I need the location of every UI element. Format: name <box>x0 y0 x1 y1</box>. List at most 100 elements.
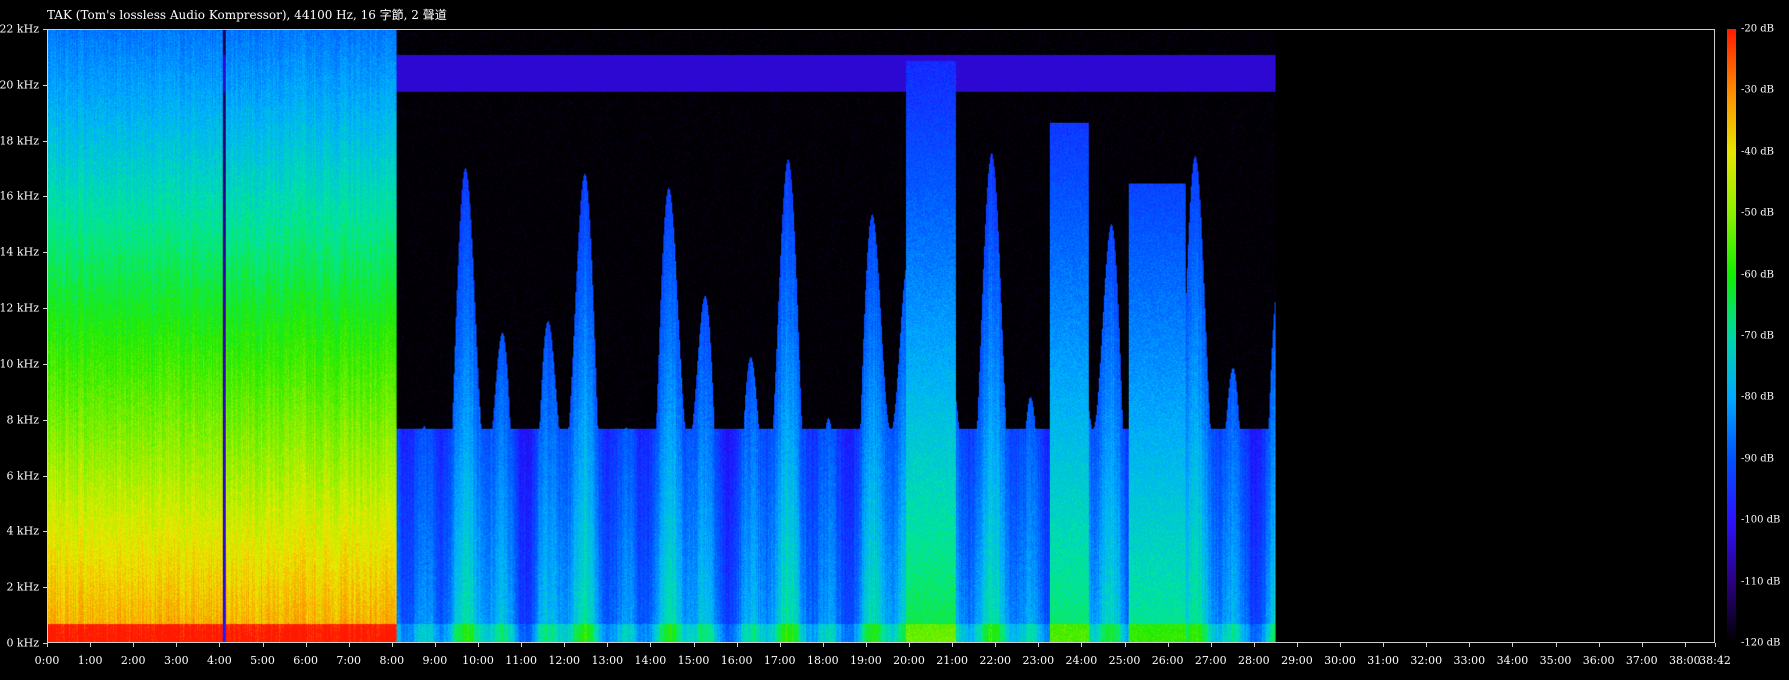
time-tick-mark <box>1210 643 1212 647</box>
db-tick-label: -60 dB <box>1741 269 1775 281</box>
time-tick-label: 2:00 <box>120 654 146 667</box>
time-tick-mark <box>1253 643 1255 647</box>
time-tick-mark <box>779 643 781 647</box>
time-tick-mark <box>305 643 307 647</box>
chart-title: TAK (Tom's lossless Audio Kompressor), 4… <box>47 8 447 22</box>
freq-tick-mark <box>43 531 47 533</box>
time-tick-mark <box>693 643 695 647</box>
time-tick-label: 38:42 <box>1699 654 1731 667</box>
time-tick-label: 16:00 <box>720 654 753 667</box>
freq-tick-mark <box>43 587 47 589</box>
db-tick-label: -80 dB <box>1741 391 1775 403</box>
time-tick-mark <box>348 643 350 647</box>
db-tick-label: -70 dB <box>1741 330 1775 342</box>
time-tick-mark <box>1684 643 1686 647</box>
time-tick-label: 37:00 <box>1625 654 1658 667</box>
time-tick-label: 19:00 <box>850 654 882 667</box>
time-tick-mark <box>1641 643 1643 647</box>
freq-tick-mark <box>43 308 47 310</box>
time-tick-mark <box>1469 643 1471 647</box>
time-tick-label: 4:00 <box>207 654 232 667</box>
time-tick-mark <box>1038 643 1040 647</box>
freq-tick-label: 22 kHz <box>0 22 39 36</box>
time-tick-mark <box>1512 643 1514 647</box>
db-tick-label: -20 dB <box>1741 23 1775 35</box>
time-tick-mark <box>1167 643 1169 647</box>
time-tick-mark <box>865 643 867 647</box>
time-tick-label: 30:00 <box>1324 654 1356 667</box>
time-tick-label: 17:00 <box>763 654 796 667</box>
time-tick-label: 7:00 <box>336 654 362 667</box>
time-tick-mark <box>564 643 566 647</box>
time-tick-label: 29:00 <box>1281 654 1313 667</box>
time-tick-label: 12:00 <box>548 654 581 667</box>
time-tick-label: 14:00 <box>634 654 667 667</box>
time-tick-label: 3:00 <box>163 654 189 667</box>
time-tick-mark <box>391 643 393 647</box>
time-tick-label: 38:00 <box>1668 654 1701 667</box>
freq-tick-mark <box>43 140 47 142</box>
freq-tick-mark <box>43 252 47 254</box>
time-tick-mark <box>1555 643 1557 647</box>
freq-tick-label: 18 kHz <box>0 134 39 148</box>
time-tick-label: 18:00 <box>806 654 839 667</box>
time-tick-label: 10:00 <box>462 654 494 667</box>
time-tick-label: 21:00 <box>936 654 968 667</box>
time-tick-label: 24:00 <box>1065 654 1098 667</box>
time-tick-mark <box>47 643 48 647</box>
time-tick-mark <box>822 643 824 647</box>
time-tick-label: 28:00 <box>1237 654 1270 667</box>
time-tick-mark <box>995 643 997 647</box>
time-tick-label: 27:00 <box>1194 654 1227 667</box>
time-tick-label: 8:00 <box>379 654 405 667</box>
time-tick-label: 32:00 <box>1410 654 1443 667</box>
time-tick-mark <box>1383 643 1385 647</box>
freq-tick-mark <box>43 419 47 421</box>
time-tick-label: 23:00 <box>1022 654 1055 667</box>
time-tick-mark <box>219 643 221 647</box>
db-tick-label: -50 dB <box>1741 207 1775 219</box>
time-tick-mark <box>1296 643 1298 647</box>
time-tick-mark <box>521 643 523 647</box>
time-tick-mark <box>1426 643 1428 647</box>
freq-tick-label: 0 kHz <box>6 636 39 650</box>
freq-tick-mark <box>43 29 47 30</box>
spectrogram-plot <box>47 29 1715 643</box>
time-tick-label: 36:00 <box>1582 654 1615 667</box>
time-tick-mark <box>90 643 92 647</box>
time-tick-label: 11:00 <box>505 654 537 667</box>
freq-tick-mark <box>43 196 47 198</box>
time-tick-mark <box>952 643 954 647</box>
freq-tick-mark <box>43 84 47 86</box>
time-tick-mark <box>1715 643 1716 647</box>
time-tick-mark <box>1340 643 1342 647</box>
freq-tick-label: 14 kHz <box>0 245 39 259</box>
time-tick-label: 6:00 <box>293 654 318 667</box>
time-tick-label: 35:00 <box>1539 654 1572 667</box>
time-tick-label: 1:00 <box>77 654 103 667</box>
freq-tick-label: 12 kHz <box>0 301 39 315</box>
time-tick-label: 13:00 <box>591 654 624 667</box>
freq-tick-label: 10 kHz <box>0 357 39 371</box>
time-tick-label: 22:00 <box>979 654 1012 667</box>
freq-tick-label: 16 kHz <box>0 189 39 203</box>
freq-tick-label: 6 kHz <box>6 469 39 483</box>
time-tick-mark <box>1598 643 1600 647</box>
time-tick-label: 25:00 <box>1108 654 1141 667</box>
freq-tick-label: 8 kHz <box>6 413 39 427</box>
db-tick-label: -100 dB <box>1741 514 1781 526</box>
db-tick-label: -120 dB <box>1741 637 1781 649</box>
time-tick-mark <box>909 643 910 647</box>
time-tick-label: 0:00 <box>34 654 60 667</box>
time-tick-mark <box>133 643 135 647</box>
time-tick-mark <box>1124 643 1126 647</box>
spectrogram-heatmap <box>48 30 1714 642</box>
db-tick-label: -30 dB <box>1741 84 1775 96</box>
time-tick-label: 15:00 <box>677 654 710 667</box>
time-tick-label: 9:00 <box>422 654 448 667</box>
freq-tick-label: 20 kHz <box>0 78 39 92</box>
time-tick-mark <box>176 643 178 647</box>
time-tick-label: 34:00 <box>1496 654 1529 667</box>
db-tick-label: -90 dB <box>1741 453 1775 465</box>
freq-tick-label: 4 kHz <box>6 524 39 538</box>
